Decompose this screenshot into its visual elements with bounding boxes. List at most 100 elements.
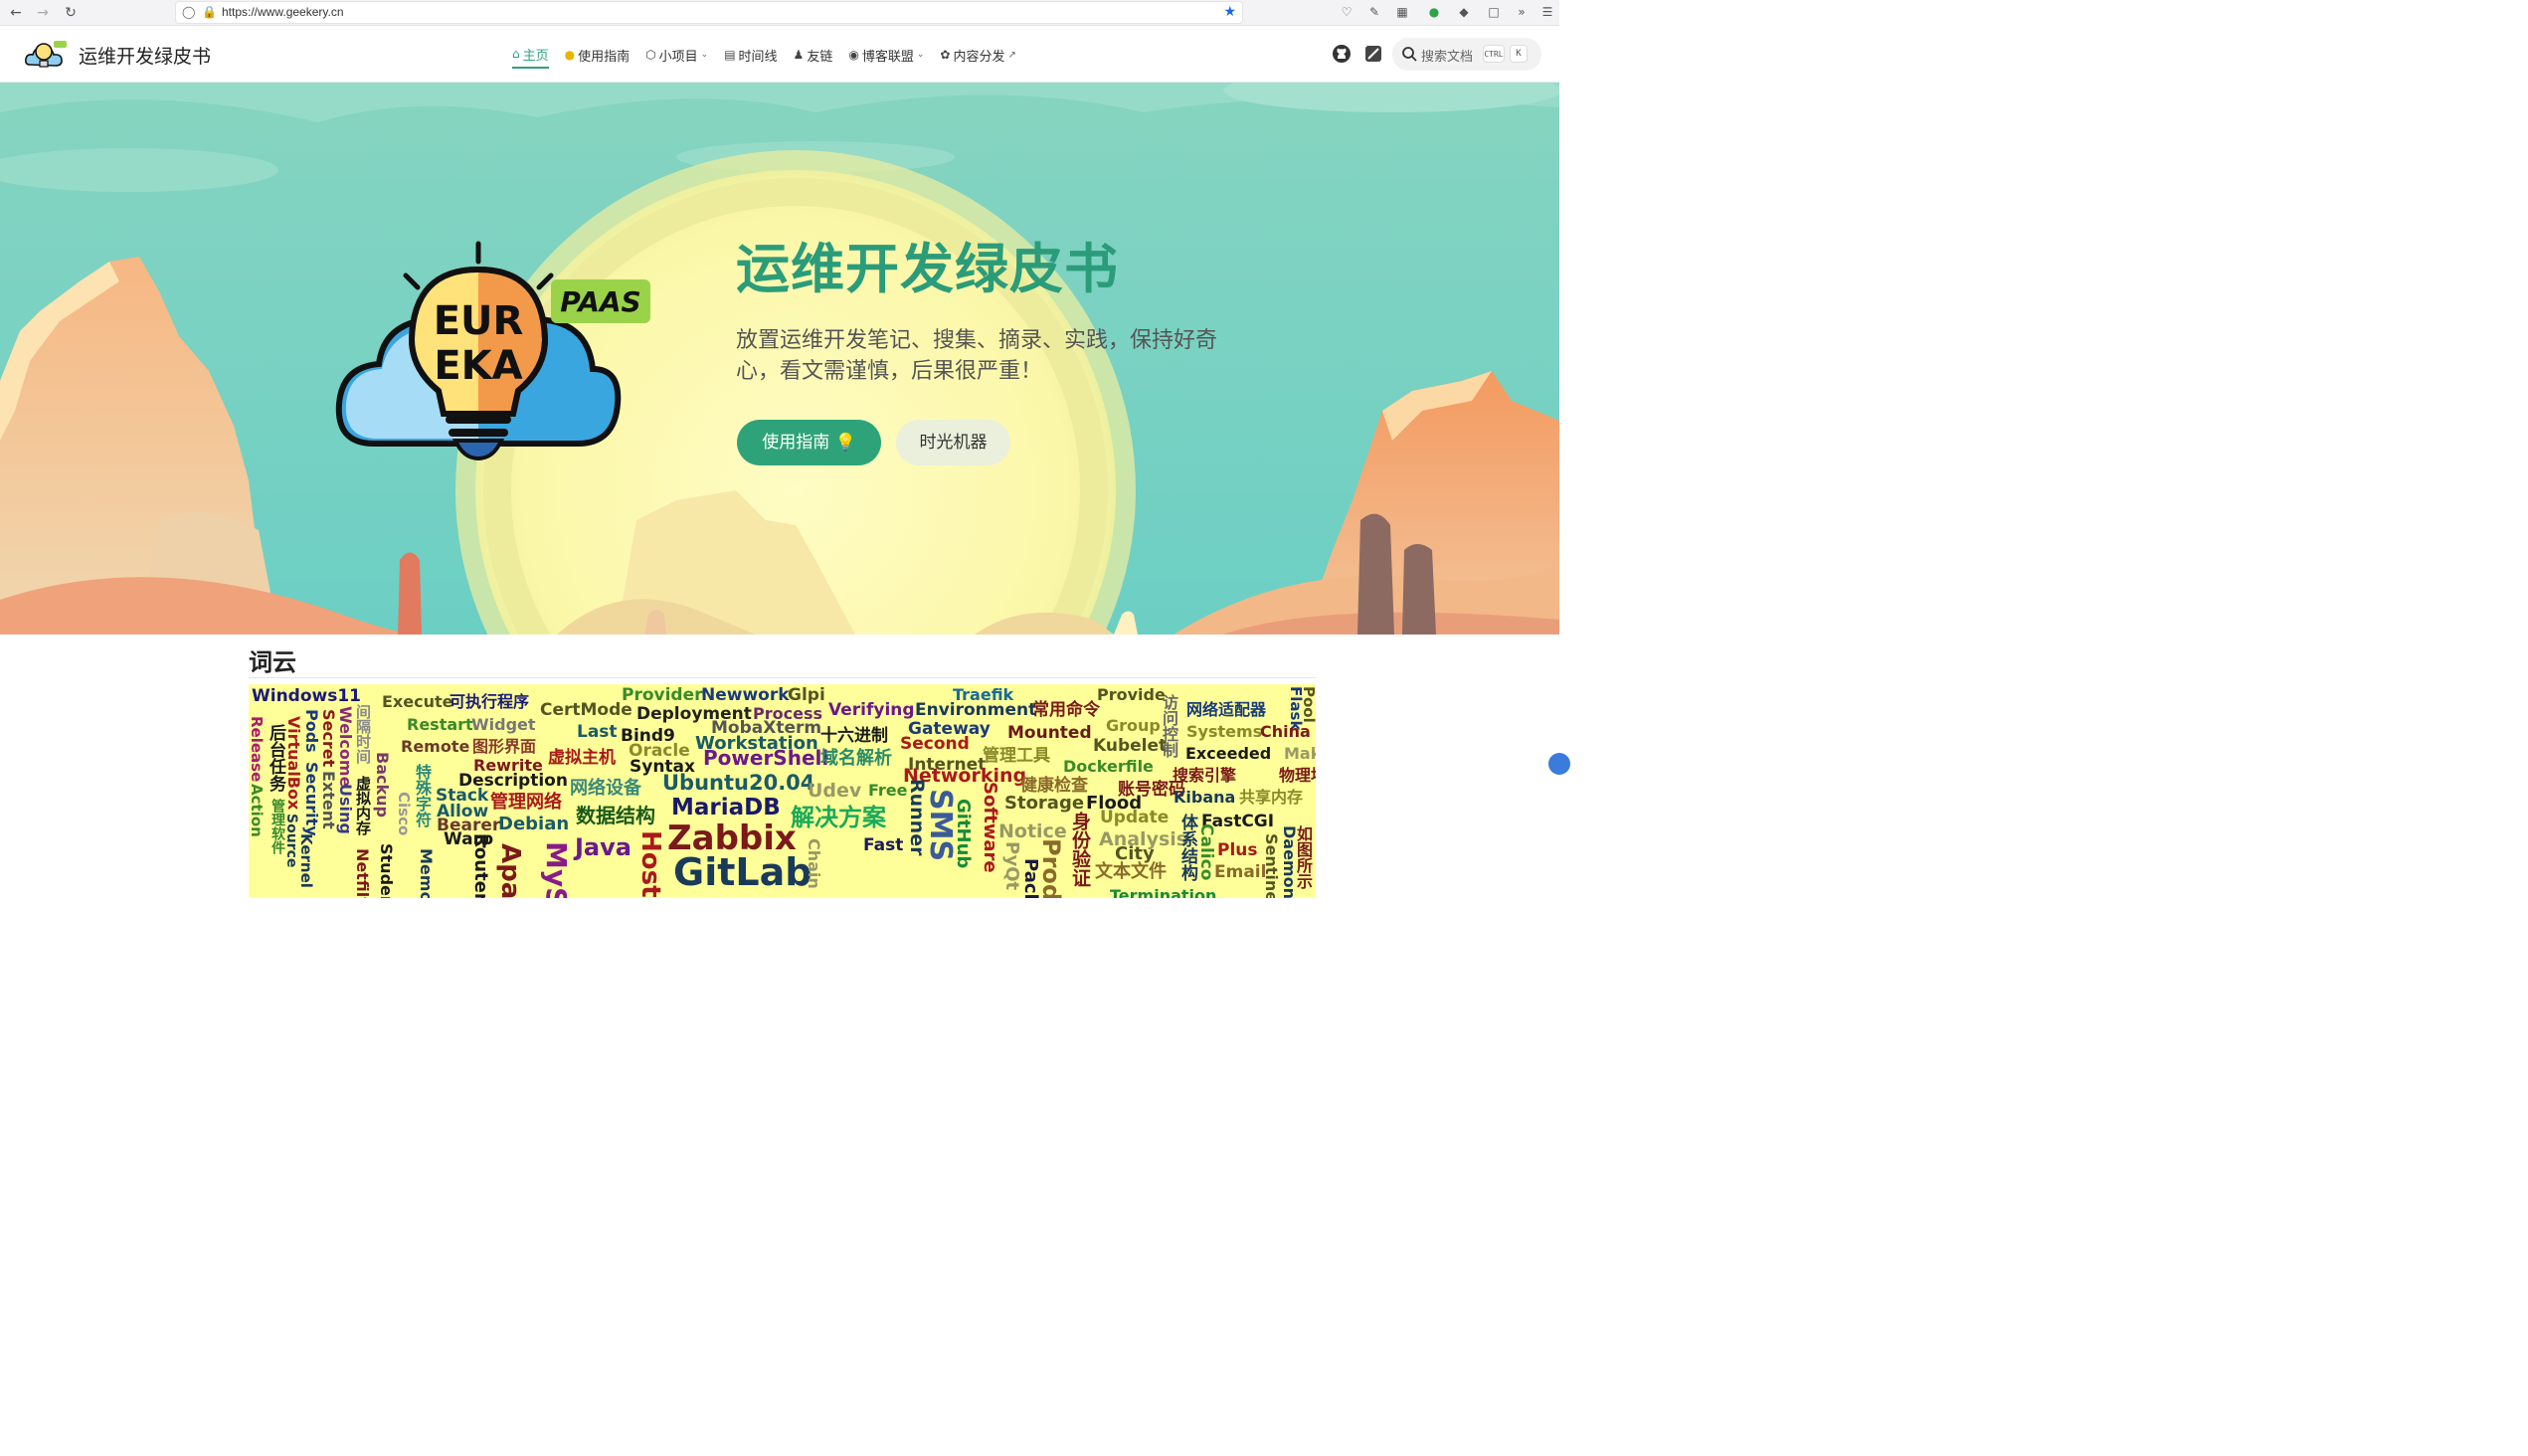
cloud-word[interactable]: 如图所示 — [1294, 825, 1313, 889]
cloud-word[interactable]: 虚拟内存 — [354, 776, 372, 835]
qr-icon[interactable]: ▦ — [1394, 4, 1410, 20]
cloud-word[interactable]: Pool — [1300, 686, 1316, 723]
cloud-word[interactable]: Verifying — [828, 702, 915, 719]
cloud-word[interactable]: Debian — [498, 816, 569, 833]
nav-blog-alliance[interactable]: ◉ 博客联盟 ⌄ — [848, 43, 924, 69]
extension-green-icon[interactable]: ● — [1426, 4, 1442, 20]
cloud-word[interactable]: Last — [577, 724, 618, 741]
cloud-word[interactable]: Dockerfile — [1063, 759, 1154, 775]
cloud-word[interactable]: Provider — [622, 687, 703, 704]
cloud-word[interactable]: SMS — [923, 789, 958, 861]
cloud-word[interactable]: Memory — [417, 848, 436, 898]
cloud-word[interactable]: Update — [1100, 810, 1169, 826]
cloud-word[interactable]: Chain — [805, 838, 823, 889]
site-title[interactable]: 运维开发绿皮书 — [79, 42, 211, 69]
nav-guide[interactable]: ● 使用指南 — [565, 43, 631, 69]
cloud-word[interactable]: 常用命令 — [1032, 702, 1100, 719]
cloud-word[interactable]: Secret — [319, 709, 338, 767]
cloud-word[interactable]: Plus — [1217, 842, 1258, 859]
cloud-word[interactable]: 共享内存 — [1239, 790, 1303, 806]
cloud-word[interactable]: 管理软件 — [270, 799, 285, 854]
cloud-word[interactable]: Pack — [1020, 858, 1041, 898]
cloud-word[interactable]: Prod — [1037, 838, 1065, 898]
cloud-word[interactable]: Calico — [1196, 823, 1216, 880]
guide-button[interactable]: 使用指南 💡 — [737, 420, 881, 465]
cloud-word[interactable]: 数据结构 — [576, 806, 655, 825]
nav-home[interactable]: ⌂ 主页 — [512, 43, 549, 69]
cloud-word[interactable]: 后台任务 — [266, 724, 285, 792]
cloud-word[interactable]: 管理网络 — [490, 794, 562, 812]
nav-projects[interactable]: ⬡ 小项目 ⌄ — [645, 43, 708, 69]
reload-icon[interactable]: ↻ — [61, 3, 81, 23]
shield-icon[interactable]: ◯ — [182, 5, 195, 19]
cloud-word[interactable]: Newwork — [701, 687, 790, 704]
cloud-word[interactable]: Cisco — [395, 792, 413, 835]
menu-icon[interactable]: ☰ — [1539, 4, 1555, 20]
url-text[interactable]: https://www.geekery.cn — [222, 5, 344, 19]
cloud-word[interactable]: 解决方案 — [791, 806, 886, 829]
cloud-word[interactable]: MySQL — [540, 841, 573, 898]
cloud-word[interactable]: Release — [249, 716, 266, 782]
cloud-word[interactable]: Mounted — [1007, 725, 1092, 742]
cloud-word[interactable]: Restart — [407, 717, 473, 733]
nav-timeline[interactable]: ▤ 时间线 — [724, 43, 777, 69]
cloud-word[interactable]: Execute — [382, 694, 452, 710]
cloud-word[interactable]: Remote — [401, 739, 469, 755]
cloud-word[interactable]: 身份验证 — [1069, 812, 1091, 887]
cloud-word[interactable]: VirtualBox — [284, 716, 303, 810]
cloud-word[interactable]: MariaDB — [671, 797, 781, 819]
cloud-word[interactable]: Kibana — [1174, 790, 1235, 806]
cloud-word[interactable]: Glpi — [788, 687, 825, 704]
cloud-word[interactable]: Environment — [915, 702, 1036, 719]
cloud-word[interactable]: Using — [336, 784, 355, 834]
cloud-word[interactable]: Sentinel — [1262, 833, 1281, 898]
cloud-word[interactable]: 访问控制 — [1160, 694, 1178, 758]
cloud-word[interactable]: Fast — [863, 837, 903, 854]
cloud-word[interactable]: Group — [1106, 718, 1161, 734]
cloud-word[interactable]: Ubuntu20.04 — [662, 773, 814, 794]
cloud-word[interactable]: Action — [249, 784, 266, 837]
cloud-word[interactable]: CertMode — [540, 702, 632, 719]
cloud-word[interactable]: 可执行程序 — [450, 694, 529, 710]
search-input[interactable]: 搜索文档 CTRL K — [1392, 38, 1541, 71]
cloud-word[interactable]: 网络设备 — [570, 780, 641, 798]
lock-icon[interactable]: 🔒 — [202, 5, 217, 19]
cloud-word[interactable]: Apache — [495, 843, 525, 898]
cloud-word[interactable]: Router — [470, 833, 491, 898]
sidebar-icon[interactable]: □ — [1486, 4, 1502, 20]
cloud-word[interactable]: Kernel — [297, 833, 315, 888]
cloud-word[interactable]: Storage — [1004, 795, 1084, 813]
cloud-word[interactable]: 间隔时间 — [354, 704, 372, 764]
cloud-word[interactable]: China — [1260, 724, 1311, 740]
cloud-word[interactable]: Termination — [1110, 888, 1216, 899]
extensions-icon[interactable]: ✎ — [1366, 4, 1382, 20]
cloud-word[interactable]: Security — [302, 762, 321, 836]
github-icon[interactable] — [1332, 44, 1352, 64]
cloud-word[interactable]: Netfilter — [353, 848, 372, 898]
overflow-icon[interactable]: » — [1514, 4, 1530, 20]
cloud-word[interactable]: Extent — [319, 771, 338, 829]
nav-distribution[interactable]: ✿ 内容分发 ↗ — [940, 43, 1015, 69]
cloud-word[interactable]: GitLab — [673, 853, 812, 891]
extension-shield-icon[interactable]: ◆ — [1456, 4, 1472, 20]
cloud-word[interactable]: Udev — [808, 782, 861, 801]
cloud-word[interactable]: Source — [283, 814, 299, 867]
cloud-word[interactable]: PowerShell — [703, 748, 828, 768]
cloud-word[interactable]: Make — [1284, 746, 1316, 762]
address-bar[interactable]: ◯ 🔒 https://www.geekery.cn ★ — [175, 1, 1243, 24]
cloud-word[interactable]: 虚拟主机 — [548, 750, 616, 767]
cloud-word[interactable]: Provide — [1097, 687, 1166, 703]
cloud-word[interactable]: Windows11 — [252, 688, 361, 705]
cloud-word[interactable]: Exceeded — [1185, 746, 1271, 762]
cloud-word[interactable]: 文本文件 — [1095, 863, 1167, 881]
cloud-word[interactable]: Host — [635, 830, 665, 898]
bookmark-star-icon[interactable]: ★ — [1223, 4, 1236, 20]
cloud-word[interactable]: Kubelet — [1093, 738, 1167, 755]
cloud-word[interactable]: Software — [980, 782, 1000, 873]
cloud-word[interactable]: Backup — [373, 752, 392, 818]
cloud-word[interactable]: Email — [1214, 864, 1266, 881]
cloud-word[interactable]: 物理地址 — [1279, 768, 1316, 784]
cloud-word[interactable]: PyQt — [1001, 841, 1022, 890]
pocket-icon[interactable]: ♡ — [1339, 4, 1354, 20]
cloud-word[interactable]: Widget — [471, 717, 536, 733]
